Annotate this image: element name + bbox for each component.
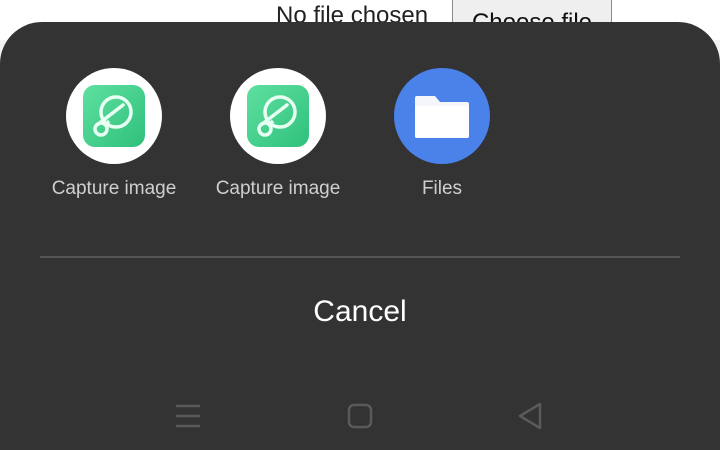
app-option-files[interactable]: Files: [372, 68, 512, 200]
app-label: Files: [421, 178, 463, 199]
capture-app-icon: [66, 68, 162, 164]
app-label: Capture image: [215, 178, 341, 199]
capture-app-icon: [230, 68, 326, 164]
app-chooser-sheet: Capture image Capture image Files Cancel: [0, 22, 720, 450]
folder-icon: [394, 68, 490, 164]
triangle-back-icon: [518, 402, 542, 430]
home-button[interactable]: [340, 396, 380, 436]
screen: No file chosen Choose file: [0, 0, 720, 450]
menu-lines-icon: [176, 404, 200, 428]
cancel-button[interactable]: Cancel: [260, 282, 460, 342]
app-option-capture-image-1[interactable]: Capture image: [44, 68, 184, 200]
app-option-capture-image-2[interactable]: Capture image: [208, 68, 348, 200]
app-label: Capture image: [51, 178, 177, 199]
divider: [40, 256, 680, 258]
square-icon: [347, 403, 373, 429]
app-list: Capture image Capture image Files: [44, 68, 536, 200]
navigation-bar: [0, 382, 720, 450]
recents-button[interactable]: [168, 396, 208, 436]
back-button[interactable]: [510, 396, 550, 436]
